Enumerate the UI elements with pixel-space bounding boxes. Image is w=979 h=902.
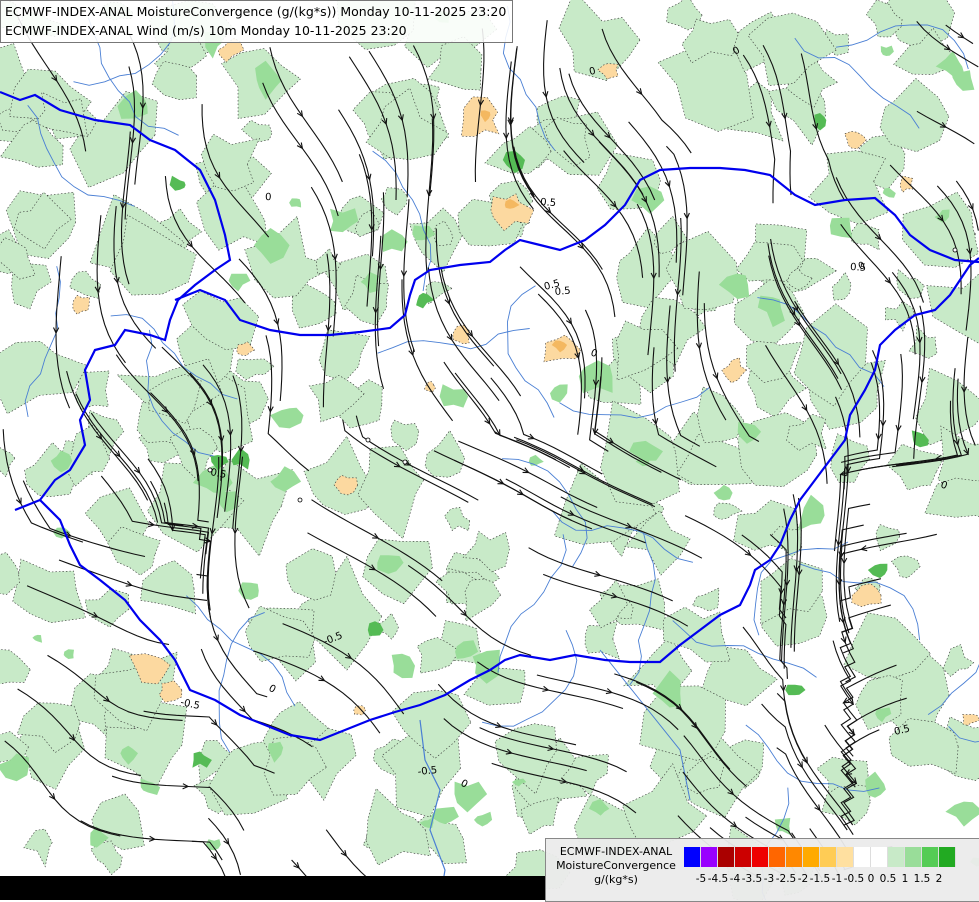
city-marker: [366, 438, 370, 442]
legend-swatch: [684, 847, 701, 867]
legend-tick: -3: [764, 873, 774, 885]
legend-swatch: [701, 847, 718, 867]
legend-swatch: [888, 847, 905, 867]
legend-title-line2: MoistureConvergence: [550, 859, 682, 873]
legend-swatch: [769, 847, 786, 867]
legend-swatch: [752, 847, 769, 867]
legend-swatch: [735, 847, 752, 867]
legend-tick: 1.5: [914, 873, 931, 885]
legend-swatch: [871, 847, 888, 867]
legend-tick: 1: [902, 873, 909, 885]
header-line-moisture: ECMWF-INDEX-ANAL MoistureConvergence (g/…: [5, 2, 506, 21]
legend-swatch: [922, 847, 939, 867]
city-marker: [953, 248, 957, 252]
legend-swatches: [684, 847, 956, 867]
color-legend: ECMWF-INDEX-ANAL MoistureConvergence g/(…: [545, 838, 979, 902]
legend-tick: 2: [936, 873, 943, 885]
map-header: ECMWF-INDEX-ANAL MoistureConvergence (g/…: [0, 0, 513, 43]
legend-title-line1: ECMWF-INDEX-ANAL: [550, 845, 682, 859]
city-marker: [208, 468, 212, 472]
city-marker: [298, 498, 302, 502]
legend-tick: -2.5: [776, 873, 797, 885]
legend-swatch: [718, 847, 735, 867]
legend-tick: -1.5: [810, 873, 831, 885]
legend-swatch: [820, 847, 837, 867]
legend-tick: -4: [730, 873, 740, 885]
legend-tick: -3.5: [742, 873, 763, 885]
weather-map: 000.50-0.50.5-0.500.50.500-0.50.500.50: [0, 0, 979, 900]
legend-tick: 0: [868, 873, 875, 885]
legend-swatch: [803, 847, 820, 867]
legend-tick: -5: [696, 873, 706, 885]
legend-tick: -0.5: [844, 873, 865, 885]
legend-swatch: [905, 847, 922, 867]
legend-title: ECMWF-INDEX-ANAL MoistureConvergence g/(…: [550, 845, 682, 887]
legend-tick: -2: [798, 873, 808, 885]
legend-title-line3: g/(kg*s): [550, 873, 682, 887]
legend-tick: -4.5: [708, 873, 729, 885]
contour-label: -0.5: [417, 765, 438, 778]
bottom-black-bar: [0, 876, 545, 900]
contour-label: 0.5: [540, 197, 557, 209]
legend-ticks: -5-4.5-4-3.5-3-2.5-2-1.5-1-0.50 0.5 1 1.5 2: [684, 873, 974, 887]
header-line-wind: ECMWF-INDEX-ANAL Wind (m/s) 10m Monday 1…: [5, 21, 506, 40]
legend-swatch: [786, 847, 803, 867]
contour-label: 0: [265, 192, 272, 203]
legend-tick: -1: [832, 873, 842, 885]
legend-tick: 0.5: [880, 873, 897, 885]
legend-swatch: [939, 847, 956, 867]
legend-swatch: [837, 847, 854, 867]
legend-swatch: [854, 847, 871, 867]
city-marker: [403, 460, 407, 464]
